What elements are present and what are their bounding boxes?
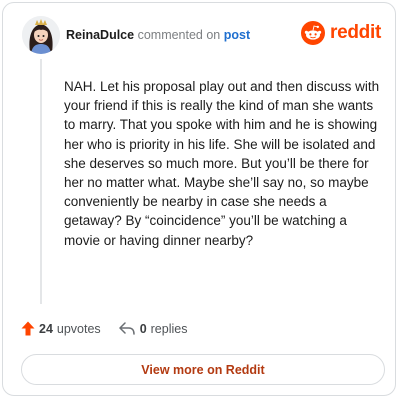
comment-card: ReinaDulce commented on post reddit NAH.…: [2, 2, 396, 396]
action-text: commented on: [137, 28, 221, 42]
reddit-alien-icon: [301, 21, 326, 45]
comment-header: ReinaDulce commented on post: [66, 28, 250, 42]
username-link[interactable]: ReinaDulce: [66, 28, 134, 42]
upvotes-label: upvotes: [56, 321, 101, 336]
comment-stats: 24 upvotes 0 replies: [21, 321, 187, 336]
upvote-arrow-icon: [21, 321, 35, 336]
upvotes-count: 24: [39, 321, 53, 336]
reply-arrow-icon: [118, 322, 135, 335]
replies-stat[interactable]: 0 replies: [118, 321, 188, 336]
post-link[interactable]: post: [224, 28, 250, 42]
thread-line: [40, 59, 42, 304]
comment-body: NAH. Let his proposal play out and then …: [64, 79, 380, 248]
view-more-button[interactable]: View more on Reddit: [21, 354, 385, 385]
upvotes-stat[interactable]: 24 upvotes: [21, 321, 101, 336]
avatar[interactable]: [22, 16, 60, 54]
reddit-logo[interactable]: reddit: [301, 21, 381, 45]
reddit-wordmark: reddit: [330, 22, 381, 43]
replies-count: 0: [139, 321, 147, 336]
replies-label: replies: [150, 321, 188, 336]
